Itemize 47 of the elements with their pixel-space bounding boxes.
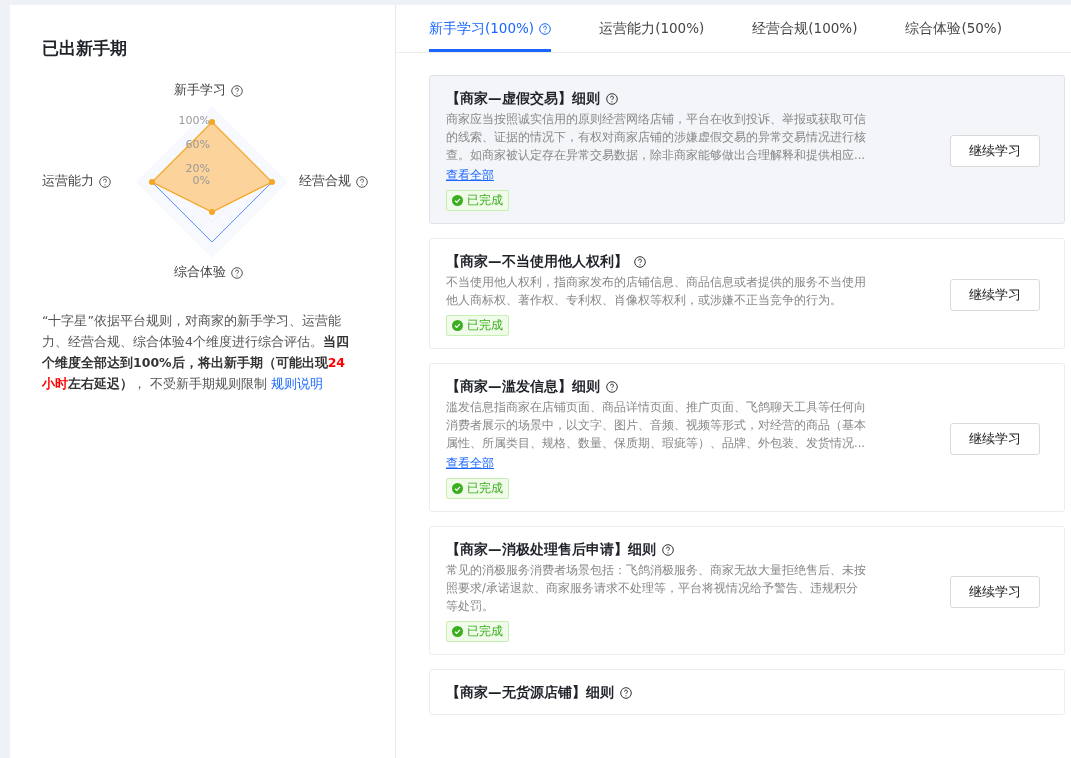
view-all-link[interactable]: 查看全部 [446,454,494,472]
check-circle-icon [452,483,463,494]
continue-button[interactable]: 继续学习 [950,422,1040,455]
card-title: 【商家—消极处理售后申请】细则 [446,541,656,559]
card-title: 【商家—滥发信息】细则 [446,378,600,396]
tab[interactable]: 新手学习(100%) [429,5,552,52]
axis-label: 运营能力 [42,173,94,190]
continue-button[interactable]: 继续学习 [950,278,1040,311]
tick-label: 20% [185,163,210,175]
continue-button[interactable]: 继续学习 [950,575,1040,608]
help-icon[interactable] [605,381,618,393]
card-description: 商家应当按照诚实信用的原则经营网络店铺，平台在收到投诉、举报或获取可信 的线索、证据的情况下，有权对商家店铺的涉嫌虚假交易的异常交易情况进行核 查。如商家被认定存在异常交易数据，除非商家能够做出合理解释和提供相应... [446,111,866,164]
status-badge: 已完成 [446,190,509,211]
tick-label: 0% [192,175,210,187]
check-circle-icon [452,195,463,206]
continue-button[interactable]: 继续学习 [950,134,1040,167]
help-icon[interactable] [619,687,632,699]
card-description: 不当使用他人权利，指商家发布的店铺信息、商品信息或者提供的服务不当使用 他人商标权、著作权、专利权、肖像权等权利，或涉嫌不正当竞争的行为。 [446,274,866,309]
tab[interactable]: 经营合规(100%) [752,5,858,52]
card-title: 【商家—虚假交易】细则 [446,90,600,108]
axis-label: 综合体验 [174,264,226,281]
card-description: 滥发信息指商家在店铺页面、商品详情页面、推广页面、飞鸽聊天工具等任何向 消费者展示的场景中，以文字、图片、音频、视频等形式，对经营的商品（基本 属性、所属类目、规格、数量、保质期、瑕疵等）、品牌、外包装、发货情况... [446,399,866,452]
help-icon[interactable] [99,175,111,188]
status-badge: 已完成 [446,315,509,336]
axis-label: 经营合规 [299,173,351,190]
status-badge: 已完成 [446,478,509,499]
help-icon[interactable] [539,23,552,35]
card-title: 【商家—无货源店铺】细则 [446,684,614,702]
help-icon[interactable] [231,84,243,97]
help-icon[interactable] [633,256,646,268]
help-icon[interactable] [231,266,243,279]
card-description: 常见的消极服务消费者场景包括：飞鸽消极服务、商家无故大量拒绝售后、未按 照要求/承诺退款、商家服务请求不处理等，平台将视情况给予警告、违规积分 等处罚。 [446,562,866,615]
check-circle-icon [452,626,463,637]
card-title: 【商家—不当使用他人权利】 [446,253,628,271]
tab[interactable]: 运营能力(100%) [599,5,705,52]
help-icon[interactable] [605,93,618,105]
description-text: “十字星”依据平台规则，对商家的新手学习、运营能力、经营合规、综合体验4个维度进行综合评估。当四个维度全部达到100%后，将出新手期（可能出现24小时左右延迟）， 不受新手期规则限制 规则说明 [42,312,350,393]
help-icon[interactable] [356,175,368,188]
view-all-link[interactable]: 查看全部 [446,166,494,184]
panel-title: 已出新手期 [42,37,128,60]
status-badge: 已完成 [446,621,509,642]
tick-label: 100% [178,115,210,127]
rules-link[interactable]: 规则说明 [270,376,323,391]
axis-label: 新手学习 [174,82,226,99]
help-icon[interactable] [661,544,674,556]
tab[interactable]: 综合体验(50%) [905,5,1002,52]
check-circle-icon [452,320,463,331]
